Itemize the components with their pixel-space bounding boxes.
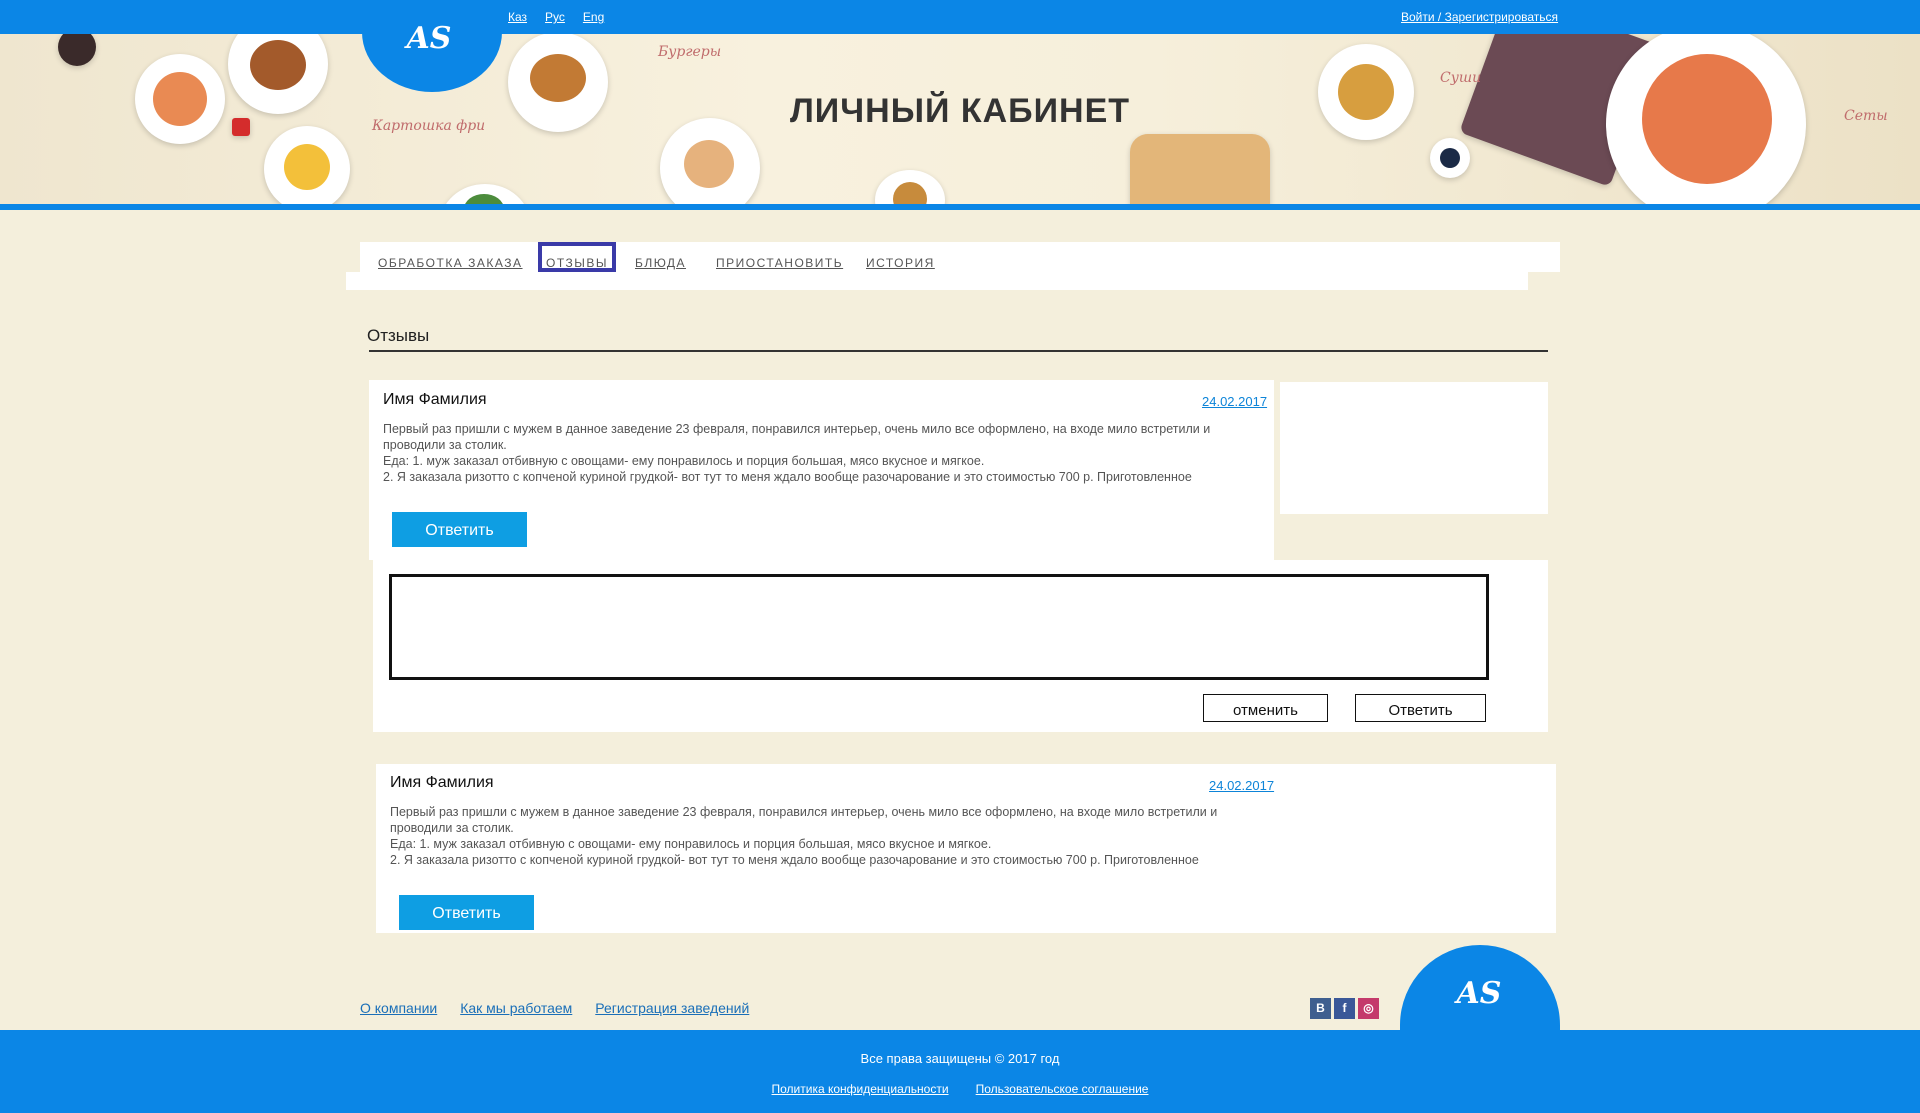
banner-label-burgers: Бургеры: [658, 44, 722, 60]
lang-rus[interactable]: Рус: [545, 10, 565, 24]
review-author: Имя Фамилия: [390, 774, 494, 791]
reply-input[interactable]: [392, 577, 1490, 681]
tab-pause[interactable]: ПРИОСТАНОВИТЬ: [716, 256, 843, 270]
reply-button[interactable]: Ответить: [399, 895, 534, 930]
review-card-side: [1280, 382, 1548, 514]
header-banner: Картошка фри Бургеры Суши Сеты ЛИЧНЫЙ КА…: [0, 34, 1920, 204]
language-switcher: Каз Рус Eng: [508, 10, 604, 24]
reply-textarea[interactable]: [389, 574, 1490, 681]
instagram-icon[interactable]: ◎: [1358, 998, 1379, 1019]
cola-glass-image: [58, 34, 96, 66]
footer-link-how-we-work[interactable]: Как мы работаем: [460, 1000, 572, 1016]
tab-order-processing[interactable]: ОБРАБОТКА ЗАКАЗА: [378, 256, 523, 270]
submit-reply-button[interactable]: Ответить: [1355, 694, 1486, 722]
copyright-text: Все права защищены © 2017 год: [860, 1051, 1060, 1066]
facebook-icon[interactable]: f: [1334, 998, 1355, 1019]
tab-dishes[interactable]: БЛЮДА: [635, 256, 686, 270]
tab-reviews[interactable]: ОТЗЫВЫ: [537, 242, 617, 272]
footer-link-register-venue[interactable]: Регистрация заведений: [595, 1000, 749, 1016]
tab-bar: ОБРАБОТКА ЗАКАЗА ОТЗЫВЫ БЛЮДА ПРИОСТАНОВ…: [360, 242, 1560, 272]
footer-logo[interactable]: AS: [1400, 945, 1560, 1065]
logo-icon: AS: [406, 21, 452, 56]
banner-divider: [0, 204, 1920, 210]
plate-tea-image: [875, 170, 945, 204]
footer-link-about[interactable]: О компании: [360, 1000, 437, 1016]
soy-sauce-image: [1430, 138, 1470, 178]
review-date[interactable]: 24.02.2017: [1202, 394, 1267, 409]
plate-greens-image: [440, 184, 530, 204]
banner-label-sushi: Суши: [1440, 70, 1482, 86]
login-register-link[interactable]: Войти / Зарегистрироваться: [1401, 10, 1558, 24]
page-title: ЛИЧНЫЙ КАБИНЕТ: [789, 92, 1131, 130]
cutting-board-image: [1130, 134, 1270, 204]
user-agreement-link[interactable]: Пользовательское соглашение: [976, 1082, 1149, 1096]
review-date[interactable]: 24.02.2017: [1209, 778, 1274, 793]
section-divider: [369, 350, 1548, 352]
review-text: Первый раз пришли с мужем в данное завед…: [390, 805, 1218, 867]
cancel-button[interactable]: отменить: [1203, 694, 1328, 722]
review-text: Первый раз пришли с мужем в данное завед…: [383, 422, 1211, 484]
legal-links: Политика конфиденциальности Пользователь…: [0, 1078, 1920, 1097]
vk-icon[interactable]: В: [1310, 998, 1331, 1019]
tab-history[interactable]: ИСТОРИЯ: [866, 256, 935, 270]
plate-fries-image: [264, 126, 350, 204]
logo-icon: AS: [1456, 976, 1502, 1011]
top-bar: [0, 0, 1920, 34]
lang-kaz[interactable]: Каз: [508, 10, 527, 24]
footer-nav: О компании Как мы работаем Регистрация з…: [360, 1000, 749, 1016]
review-author: Имя Фамилия: [383, 391, 487, 408]
privacy-policy-link[interactable]: Политика конфиденциальности: [772, 1082, 949, 1096]
social-links: В f ◎: [1310, 998, 1379, 1019]
lang-eng[interactable]: Eng: [583, 10, 604, 24]
reply-button[interactable]: Ответить: [392, 512, 527, 547]
tabs-backdrop: [346, 272, 1528, 290]
section-title: Отзывы: [367, 326, 430, 345]
footer-bar: [0, 1030, 1920, 1113]
